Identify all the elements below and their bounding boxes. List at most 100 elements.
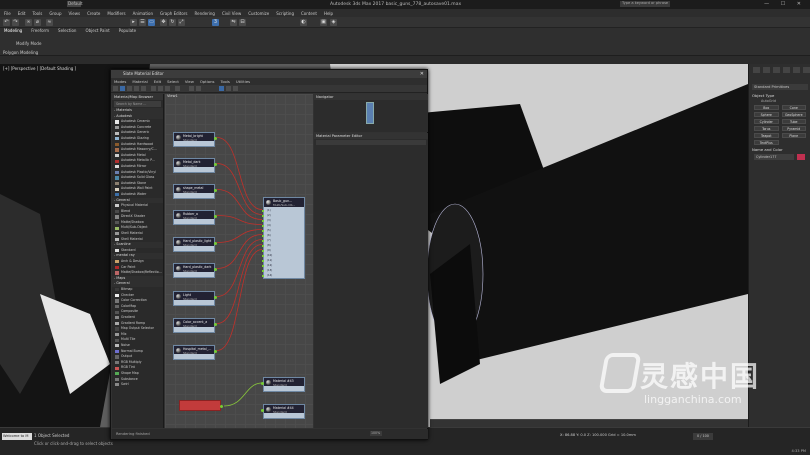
parameter-editor-icon[interactable] (226, 86, 231, 91)
param-editor-header[interactable]: Material Parameter Editor (314, 133, 428, 139)
menu-tools[interactable]: Tools (32, 11, 42, 16)
menu-content[interactable]: Content (301, 11, 317, 16)
coordinate-readout[interactable]: X: 86.88 Y: 0.0 Z: 100.000 Grid = 10.0mm (560, 433, 636, 437)
delete-selected-icon[interactable] (141, 86, 146, 91)
workspace-selector[interactable]: Default (67, 1, 83, 7)
output-socket[interactable] (214, 268, 217, 271)
output-socket[interactable] (214, 242, 217, 245)
hierarchy-tab-icon[interactable] (773, 67, 780, 73)
name-color-header[interactable]: Name and Color (752, 147, 808, 152)
browser-item[interactable]: Swirl (112, 382, 163, 388)
render-icon[interactable]: ◈ (330, 19, 337, 26)
material-node[interactable]: Rubber_a Standard (173, 210, 217, 225)
primitive-type-dropdown[interactable]: Standard Primitives (752, 84, 808, 90)
material-node[interactable]: Hard_plastic_light Standard (173, 237, 217, 252)
sphere-button[interactable]: Sphere (754, 112, 779, 117)
viewport-label[interactable]: [+] [Perspective ] [Default Shading ] (3, 66, 76, 71)
output-socket[interactable] (214, 350, 217, 353)
material-node[interactable]: Metal_dark Standard (173, 158, 217, 173)
browser-header[interactable]: Material/Map Browser (112, 94, 163, 100)
select-by-name-icon[interactable]: ☰ (139, 19, 146, 26)
material-node[interactable]: shape_metal Standard (173, 184, 217, 199)
slate-menu-edit[interactable]: Edit (154, 78, 161, 85)
autogrid-checkbox[interactable]: AutoGrid (761, 99, 776, 103)
ribbon-tab-freeform[interactable]: Freeform (31, 28, 49, 33)
ribbon-tab-selection[interactable]: Selection (58, 28, 76, 33)
input-socket[interactable] (261, 409, 264, 412)
plane-button[interactable]: Plane (781, 133, 806, 138)
menu-modifiers[interactable]: Modifiers (107, 11, 125, 16)
hide-unused-icon[interactable] (158, 86, 163, 91)
output-socket[interactable] (214, 163, 217, 166)
bitmap-node[interactable] (179, 400, 223, 411)
node-view[interactable]: View1 Metal_bright Standard Metal_dark Stan… (165, 94, 313, 428)
rect-select-icon[interactable]: ▭ (148, 19, 155, 26)
pyramid-button[interactable]: Pyramid (781, 126, 806, 131)
pick-material-icon[interactable] (120, 86, 125, 91)
put-material-icon[interactable] (127, 86, 132, 91)
modify-tab-icon[interactable] (763, 67, 770, 73)
material-node[interactable]: Hospital_metal_... Standard (173, 345, 217, 360)
align-icon[interactable]: ⊟ (239, 19, 246, 26)
slate-menu-tools[interactable]: Tools (221, 78, 230, 85)
close-icon[interactable]: ✕ (420, 70, 424, 78)
param-editor-field[interactable] (316, 140, 426, 145)
cylinder-button[interactable]: Cylinder (754, 119, 779, 124)
move-children-icon[interactable] (151, 86, 156, 91)
menu-edit[interactable]: Edit (18, 11, 26, 16)
search-input[interactable]: Type a keyword or phrase (620, 1, 670, 7)
object-name-field[interactable]: Cylinder177 (754, 154, 794, 160)
show-map-icon[interactable] (165, 86, 170, 91)
display-tab-icon[interactable] (793, 67, 800, 73)
ribbon-tab-populate[interactable]: Populate (119, 28, 136, 33)
material-node[interactable]: Hard_plastic_dark Standard (173, 263, 217, 278)
menu-help[interactable]: Help (324, 11, 333, 16)
modify-mode-button[interactable]: Modify Mode (16, 41, 41, 46)
move-icon[interactable]: ✥ (160, 19, 167, 26)
select-object-icon[interactable]: ▸ (130, 19, 137, 26)
menu-file[interactable]: File (4, 11, 11, 16)
textplus-button[interactable]: TextPlus (754, 140, 779, 145)
show-background-icon[interactable] (175, 86, 180, 91)
assign-material-icon[interactable] (134, 86, 139, 91)
menu-rendering[interactable]: Rendering (195, 11, 215, 16)
output-socket[interactable] (214, 296, 217, 299)
utilities-tab-icon[interactable] (803, 67, 810, 73)
ribbon-tab-object-paint[interactable]: Object Paint (85, 28, 109, 33)
menu-civil-view[interactable]: Civil View (222, 11, 241, 16)
material-editor-icon[interactable]: ◐ (300, 19, 307, 26)
slate-menu-select[interactable]: Select (167, 78, 179, 85)
output-socket[interactable] (220, 405, 223, 408)
output-socket[interactable] (214, 323, 217, 326)
bind-icon[interactable]: ≈ (46, 19, 53, 26)
teapot-button[interactable]: Teapot (754, 133, 779, 138)
menu-create[interactable]: Create (87, 11, 100, 16)
slate-menu-options[interactable]: Options (200, 78, 215, 85)
render-setup-icon[interactable]: ▣ (320, 19, 327, 26)
snap-toggle-icon[interactable]: 3 (212, 19, 219, 26)
output-socket[interactable] (214, 215, 217, 218)
browser-item[interactable]: Shell Material (112, 237, 163, 243)
menu-animation[interactable]: Animation (133, 11, 153, 16)
ribbon-tab-modeling[interactable]: Modeling (4, 28, 22, 33)
torus-button[interactable]: Torus (754, 126, 779, 131)
mirror-icon[interactable]: ⇋ (230, 19, 237, 26)
link-icon[interactable]: ∞ (25, 19, 32, 26)
material-node[interactable]: Light Standard (173, 291, 217, 306)
geosphere-button[interactable]: GeoSphere (781, 112, 806, 117)
browser-item[interactable]: Standard (112, 248, 163, 254)
slate-title-bar[interactable]: Slate Material Editor ✕ (111, 70, 427, 78)
unlink-icon[interactable]: ⌀ (34, 19, 41, 26)
motion-tab-icon[interactable] (783, 67, 790, 73)
browser-item[interactable]: Matte/Shadow/Reflectio... (112, 270, 163, 276)
window-controls[interactable]: — ☐ ✕ (764, 1, 806, 7)
navigator-header[interactable]: Navigator (314, 94, 428, 100)
slate-menu-utilities[interactable]: Utilities (236, 78, 250, 85)
material-map-browser-icon[interactable] (219, 86, 224, 91)
object-color-swatch[interactable] (797, 154, 805, 160)
menu-scripting[interactable]: Scripting (276, 11, 294, 16)
box-button[interactable]: Box (754, 105, 779, 110)
layout-all-icon[interactable] (189, 86, 194, 91)
material-node[interactable]: Material #43 Standard (261, 377, 305, 392)
polygon-modeling-label[interactable]: Polygon Modeling (3, 50, 38, 55)
